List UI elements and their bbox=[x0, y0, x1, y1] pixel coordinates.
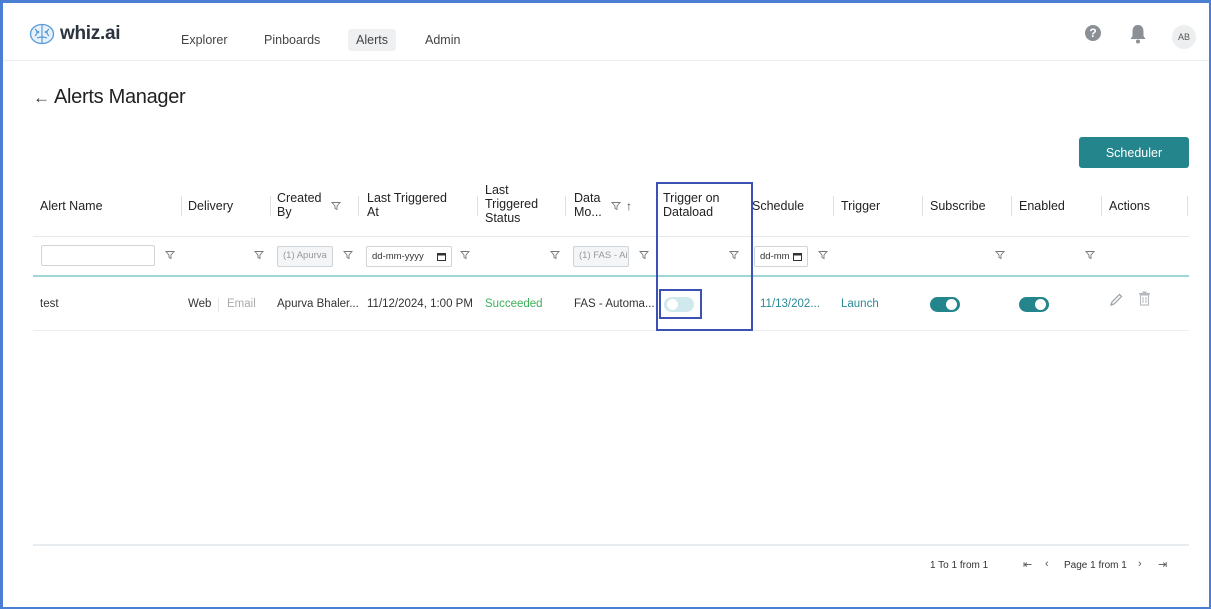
column-divider[interactable] bbox=[833, 196, 834, 216]
svg-text:?: ? bbox=[1089, 26, 1096, 40]
header-status-line2: Triggered bbox=[485, 197, 539, 211]
filter-funnel-icon[interactable] bbox=[165, 250, 175, 260]
nav-admin[interactable]: Admin bbox=[417, 29, 468, 51]
launch-link[interactable]: Launch bbox=[841, 298, 879, 310]
cell-delivery-email[interactable]: Email bbox=[227, 298, 256, 310]
cell-data-model: FAS - Automa... bbox=[574, 298, 655, 310]
schedule-date-input[interactable]: dd-mm bbox=[754, 246, 808, 267]
divider bbox=[33, 236, 1189, 237]
header-alert-name[interactable]: Alert Name bbox=[40, 199, 103, 213]
header-created-by-line1: Created bbox=[277, 191, 322, 205]
trash-icon[interactable] bbox=[1138, 291, 1151, 306]
edit-pencil-icon[interactable] bbox=[1109, 292, 1124, 307]
first-page-icon[interactable]: ⇤ bbox=[1023, 558, 1032, 571]
filter-funnel-icon[interactable] bbox=[460, 250, 470, 260]
header-data-model-line2: Mo... bbox=[574, 205, 602, 219]
alert-name-filter-input[interactable] bbox=[41, 245, 155, 266]
scheduler-button[interactable]: Scheduler bbox=[1079, 137, 1189, 168]
nav-alerts[interactable]: Alerts bbox=[348, 29, 396, 51]
column-divider[interactable] bbox=[1101, 196, 1102, 216]
pagination-summary: 1 To 1 from 1 bbox=[930, 560, 989, 571]
cell-status: Succeeded bbox=[485, 298, 543, 310]
header-last-triggered-line2: At bbox=[367, 205, 379, 219]
previous-page-icon[interactable]: ‹ bbox=[1045, 558, 1049, 570]
column-divider[interactable] bbox=[181, 196, 182, 216]
filter-funnel-icon[interactable] bbox=[254, 250, 264, 260]
header-last-triggered-at[interactable]: Last Triggered At bbox=[367, 191, 447, 219]
header-subscribe[interactable]: Subscribe bbox=[930, 199, 986, 213]
toggle-knob bbox=[1035, 299, 1046, 310]
header-trigger[interactable]: Trigger bbox=[841, 199, 880, 213]
header-actions[interactable]: Actions bbox=[1109, 199, 1150, 213]
data-model-filter-select[interactable]: (1) FAS - Ai bbox=[573, 246, 629, 267]
logo[interactable]: whiz.ai bbox=[29, 23, 121, 45]
column-divider[interactable] bbox=[922, 196, 923, 216]
header-schedule[interactable]: Schedule bbox=[752, 199, 804, 213]
filter-funnel-icon[interactable] bbox=[995, 250, 1005, 260]
logo-text: whiz.ai bbox=[60, 23, 121, 44]
filter-funnel-icon[interactable] bbox=[639, 250, 649, 260]
enabled-toggle[interactable] bbox=[1019, 297, 1049, 312]
cell-last-triggered-at: 11/12/2024, 1:00 PM bbox=[367, 298, 473, 310]
cell-alert-name[interactable]: test bbox=[40, 298, 59, 310]
created-by-filter-select[interactable]: (1) Apurva bbox=[277, 246, 333, 267]
back-arrow-icon[interactable]: ← bbox=[33, 88, 50, 108]
filter-funnel-icon[interactable] bbox=[1085, 250, 1095, 260]
page-label: Page 1 from 1 bbox=[1064, 560, 1127, 571]
cell-created-by: Apurva Bhaler... bbox=[277, 298, 359, 310]
header-last-triggered-status[interactable]: Last Triggered Status bbox=[485, 183, 538, 225]
header-created-by[interactable]: Created By bbox=[277, 191, 321, 219]
last-triggered-date-input[interactable]: dd-mm-yyyy bbox=[366, 246, 452, 267]
page-title: Alerts Manager bbox=[54, 86, 186, 108]
calendar-icon[interactable] bbox=[793, 252, 802, 261]
nav-explorer[interactable]: Explorer bbox=[173, 29, 236, 51]
date-placeholder: dd-mm-yyyy bbox=[372, 251, 424, 262]
subscribe-toggle[interactable] bbox=[930, 297, 960, 312]
highlight-box-toggle bbox=[659, 289, 702, 319]
header-delivery[interactable]: Delivery bbox=[188, 199, 233, 213]
header-status-line1: Last bbox=[485, 183, 509, 197]
column-divider[interactable] bbox=[477, 196, 478, 216]
filter-funnel-icon[interactable] bbox=[343, 250, 353, 260]
avatar[interactable]: AB bbox=[1172, 25, 1196, 49]
header-enabled[interactable]: Enabled bbox=[1019, 199, 1065, 213]
sort-ascending-icon[interactable]: ↑ bbox=[626, 199, 632, 213]
bell-icon[interactable] bbox=[1128, 23, 1148, 45]
footer-divider bbox=[33, 544, 1189, 546]
cell-delivery-web[interactable]: Web bbox=[188, 298, 211, 310]
filter-funnel-icon[interactable] bbox=[611, 201, 621, 211]
filter-funnel-icon[interactable] bbox=[550, 250, 560, 260]
row-divider bbox=[33, 330, 1189, 331]
column-divider[interactable] bbox=[1187, 196, 1188, 216]
header-last-triggered-line1: Last Triggered bbox=[367, 191, 447, 205]
column-divider[interactable] bbox=[270, 196, 271, 216]
column-divider[interactable] bbox=[565, 196, 566, 216]
column-divider[interactable] bbox=[358, 196, 359, 216]
top-navigation: whiz.ai Explorer Pinboards Alerts Admin … bbox=[3, 3, 1209, 61]
divider bbox=[218, 298, 219, 312]
filter-funnel-icon[interactable] bbox=[818, 250, 828, 260]
brain-logo-icon bbox=[29, 23, 55, 45]
toggle-knob bbox=[946, 299, 957, 310]
calendar-icon[interactable] bbox=[437, 252, 446, 261]
date-placeholder: dd-mm bbox=[760, 251, 790, 262]
header-data-model[interactable]: Data Mo... bbox=[574, 191, 602, 219]
header-status-line3: Status bbox=[485, 211, 521, 225]
help-icon[interactable]: ? bbox=[1083, 23, 1103, 43]
header-data-model-line1: Data bbox=[574, 191, 601, 205]
next-page-icon[interactable]: › bbox=[1138, 558, 1142, 570]
header-created-by-line2: By bbox=[277, 205, 292, 219]
page-header: ← Alerts Manager bbox=[33, 86, 186, 109]
header-divider bbox=[33, 275, 1189, 277]
last-page-icon[interactable]: ⇥ bbox=[1158, 558, 1167, 571]
filter-funnel-icon[interactable] bbox=[331, 201, 341, 211]
column-divider[interactable] bbox=[1011, 196, 1012, 216]
nav-pinboards[interactable]: Pinboards bbox=[256, 29, 328, 51]
cell-schedule-link[interactable]: 11/13/202... bbox=[760, 298, 820, 310]
